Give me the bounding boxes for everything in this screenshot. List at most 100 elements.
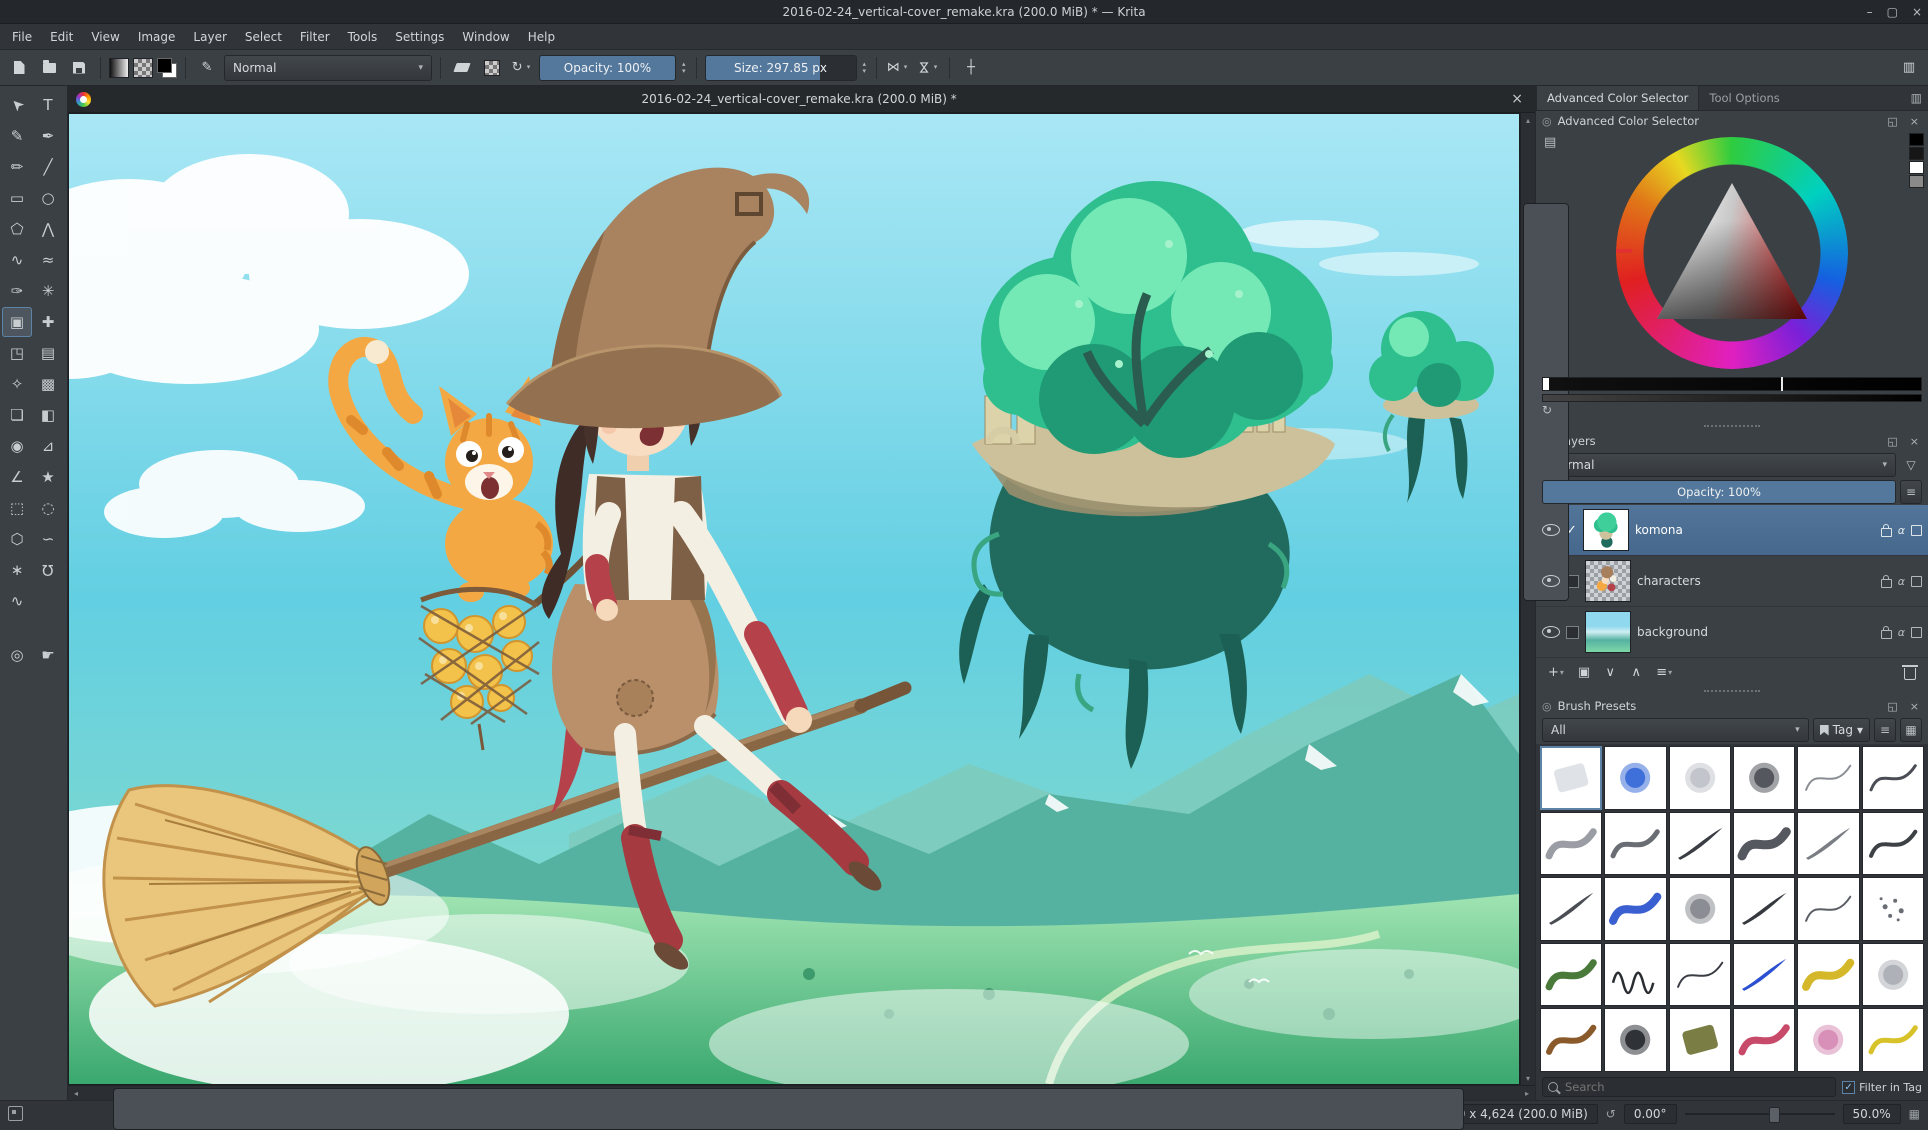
selection-display-icon[interactable] [8,1106,23,1121]
close-icon[interactable]: × [1912,5,1922,19]
layer-active-check[interactable] [1566,626,1579,639]
rectangle-tool[interactable]: ▭ [2,183,32,213]
menu-layer[interactable]: Layer [185,27,234,47]
maximize-icon[interactable]: ▢ [1887,5,1898,19]
scroll-up-icon[interactable]: ▴ [1521,113,1535,127]
horizontal-scrollbar[interactable]: ◂ ▸ [68,1085,1535,1100]
menu-tools[interactable]: Tools [340,27,386,47]
horizontal-scroll-track[interactable] [84,1086,1519,1100]
new-document-button[interactable] [6,55,32,81]
history-color-2[interactable] [1909,161,1924,174]
alpha-lock-icon[interactable]: α [1898,626,1905,639]
mirror-horizontal-button[interactable]: ⋈▾ [885,55,911,81]
float-docker-icon[interactable]: ◱ [1884,115,1900,128]
brush-preset-8[interactable] [1669,812,1731,876]
brush-preset-9[interactable] [1733,812,1795,876]
visibility-eye-icon[interactable] [1542,575,1560,587]
preserve-alpha-button[interactable] [479,55,505,81]
history-color-0[interactable] [1909,133,1924,146]
blend-mode-combo[interactable]: Normal ▾ [224,55,432,81]
duplicate-layer-button[interactable]: ▣ [1572,661,1596,683]
enclose-fill-tool[interactable]: ◉ [2,431,32,461]
brush-preset-29[interactable] [1862,1008,1924,1072]
rect-select-tool[interactable]: ⬚ [2,493,32,523]
secondary-slider[interactable] [1542,394,1922,402]
search-input[interactable] [1542,1077,1836,1097]
line-tool[interactable]: ╱ [33,152,63,182]
layer-filter-icon[interactable]: ▽ [1900,454,1922,476]
float-docker-icon[interactable]: ◱ [1884,435,1900,448]
tab-advanced-color-selector[interactable]: Advanced Color Selector [1536,86,1699,110]
brush-preset-19[interactable] [1604,943,1666,1007]
brush-preset-7[interactable] [1604,812,1666,876]
assistants-tool[interactable]: ⊿ [33,431,63,461]
zoom-slider[interactable] [1685,1107,1835,1121]
opacity-slider[interactable]: Opacity: 100% [539,55,676,81]
visibility-eye-icon[interactable] [1542,524,1560,536]
tab-tool-options[interactable]: Tool Options [1699,86,1789,110]
brush-preset-16[interactable] [1797,877,1859,941]
refresh-colors-icon[interactable]: ↻ [1542,403,1552,417]
history-color-1[interactable] [1909,147,1924,160]
color-wheel[interactable] [1616,137,1848,369]
mirror-vertical-button[interactable]: ⋈▾ [915,55,941,81]
zoom-tool[interactable]: ◎ [2,640,32,670]
brush-preset-27[interactable] [1733,1008,1795,1072]
polyline-tool[interactable]: ⋀ [33,214,63,244]
brush-preset-26[interactable] [1669,1008,1731,1072]
freehand-select-tool[interactable]: ∽ [33,524,63,554]
layer-options-icon[interactable]: ≡ [1900,480,1922,504]
layer-row-komona[interactable]: ✓komonaα [1536,505,1928,556]
color-sampler-tool[interactable]: ✧ [2,369,32,399]
brush-preset-11[interactable] [1862,812,1924,876]
crop-tool[interactable]: ◳ [2,338,32,368]
docker-splitter[interactable] [1536,686,1928,696]
brush-preset-28[interactable] [1797,1008,1859,1072]
select-shapes-tool[interactable]: ➤ [2,90,32,120]
tag-button[interactable]: Tag ▾ [1813,718,1870,742]
brush-tag-filter-combo[interactable]: All ▾ [1542,718,1809,742]
delete-layer-button[interactable] [1898,661,1922,683]
layer-opacity-slider[interactable]: Opacity: 100% [1542,480,1896,504]
scroll-right-icon[interactable]: ▸ [1519,1089,1535,1098]
edit-shapes-tool[interactable]: ✎ [2,121,32,151]
scroll-down-icon[interactable]: ▾ [1521,1071,1535,1085]
brush-preset-6[interactable] [1540,812,1602,876]
acs-settings-icon[interactable]: ▤ [1544,135,1556,150]
zoom-slider-handle[interactable] [1769,1107,1780,1123]
brush-preset-23[interactable] [1862,943,1924,1007]
magnetic-select-tool[interactable]: Ω [33,555,63,585]
lock-icon[interactable] [1881,630,1892,639]
document-close-icon[interactable]: × [1507,91,1527,107]
eraser-mode-button[interactable] [449,55,475,81]
size-slider[interactable]: Size: 297.85 px [705,55,857,81]
layer-properties-button[interactable]: ≡▾ [1650,661,1678,683]
menu-window[interactable]: Window [454,27,517,47]
layer-blend-mode-combo[interactable]: Normal ▾ [1542,453,1896,477]
layer-style-icon[interactable] [1911,627,1922,638]
size-spinner[interactable]: ▴▾ [861,61,869,75]
brush-preset-10[interactable] [1797,812,1859,876]
float-docker-icon[interactable]: ◱ [1884,700,1900,713]
open-document-button[interactable] [36,55,62,81]
move-layer-down-button[interactable]: ∨ [1598,661,1622,683]
menu-help[interactable]: Help [520,27,563,47]
view-grid-icon[interactable]: ▦ [1900,718,1922,742]
menu-settings[interactable]: Settings [387,27,452,47]
bezier-select-tool[interactable]: ∿ [2,586,32,616]
layer-style-icon[interactable] [1911,576,1922,587]
dynamic-brush-tool[interactable]: ✑ [2,276,32,306]
canvas-rotation-icon[interactable]: ↺ [1606,1107,1616,1121]
polygon-tool[interactable]: ⬠ [2,214,32,244]
move-tool[interactable]: ✚ [33,307,63,337]
brush-preset-12[interactable] [1540,877,1602,941]
gradient-tool[interactable]: ▤ [33,338,63,368]
freehand-brush-tool[interactable]: ✏ [2,152,32,182]
brush-preset-0[interactable] [1540,746,1602,810]
alpha-lock-icon[interactable]: α [1898,575,1905,588]
minimize-icon[interactable]: – [1867,5,1873,19]
layer-row-characters[interactable]: charactersα [1536,556,1928,607]
reference-images-tool[interactable]: ★ [33,462,63,492]
close-docker-icon[interactable]: × [1907,435,1922,448]
pan-tool[interactable]: ☛ [33,640,63,670]
